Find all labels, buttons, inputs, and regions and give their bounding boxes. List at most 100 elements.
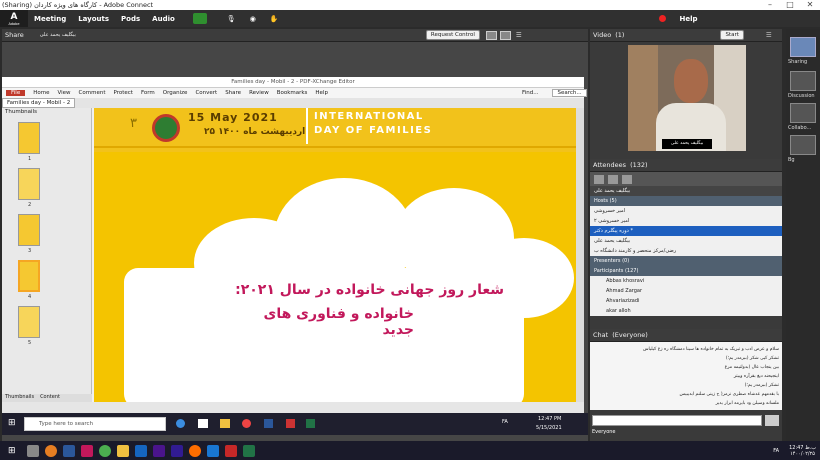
video-menu-icon[interactable]: ☰ bbox=[766, 31, 772, 39]
participant-row[interactable]: Ahmad Zargar bbox=[590, 286, 782, 296]
window-titlebar: (Sharing) کارگاه های ویژه کاردان - Adobe… bbox=[0, 0, 820, 10]
excel-icon[interactable] bbox=[242, 444, 255, 457]
raise-hand-icon[interactable]: ✋ bbox=[270, 15, 279, 23]
pdf-menu-organize[interactable]: Organize bbox=[163, 90, 188, 96]
word-icon[interactable] bbox=[62, 444, 75, 457]
pdf-menu-form[interactable]: Form bbox=[141, 90, 155, 96]
premiere-icon[interactable] bbox=[152, 444, 165, 457]
status-icon[interactable] bbox=[622, 174, 632, 184]
close-button[interactable]: ✕ bbox=[800, 0, 820, 10]
participant-face bbox=[674, 59, 708, 103]
pdf-menu-comment[interactable]: Comment bbox=[79, 90, 106, 96]
lang-indicator[interactable]: FA bbox=[502, 419, 508, 425]
chat-input[interactable] bbox=[592, 415, 762, 426]
record-icon[interactable] bbox=[658, 15, 666, 22]
pdf-scrollbar[interactable] bbox=[576, 108, 584, 402]
pdf-document-tab[interactable]: Families day - Mobil - 2 bbox=[2, 98, 76, 108]
indesign-icon[interactable] bbox=[80, 444, 93, 457]
app-icon-1[interactable] bbox=[44, 444, 57, 457]
adobe-connect-icon[interactable] bbox=[224, 444, 237, 457]
presenters-label[interactable]: Presenters (0) bbox=[590, 256, 782, 266]
right-column: Video (1) Start ☰ بیگلیف یحمد علی Attend… bbox=[590, 29, 782, 441]
excel-icon[interactable] bbox=[306, 419, 315, 428]
pdf-menu-bookmarks[interactable]: Bookmarks bbox=[277, 90, 308, 96]
chat-recipient[interactable]: Everyone bbox=[592, 429, 616, 435]
pdf-menu-share[interactable]: Share bbox=[225, 90, 241, 96]
host-row[interactable]: بیگلیف یحمد علی bbox=[590, 236, 782, 246]
menu-help[interactable]: Help bbox=[680, 15, 698, 23]
pdf-menu-view[interactable]: View bbox=[57, 90, 70, 96]
pdf-menu-help[interactable]: Help bbox=[315, 90, 328, 96]
chrome-icon[interactable] bbox=[242, 419, 251, 428]
after-effects-icon[interactable] bbox=[170, 444, 183, 457]
search-icon[interactable] bbox=[26, 444, 39, 457]
thumb-page-1[interactable] bbox=[18, 122, 40, 154]
host-row[interactable]: امیر خسروشی ۲ bbox=[590, 216, 782, 226]
poster-intl1: INTERNATIONAL bbox=[314, 111, 424, 122]
breakout-icon[interactable] bbox=[608, 174, 618, 184]
pdf-menu-convert[interactable]: Convert bbox=[195, 90, 217, 96]
participant-row[interactable]: Abbas khosravi bbox=[590, 276, 782, 286]
layout-sharing-label: Sharing bbox=[788, 59, 808, 65]
presenter-row: بیگلیف یحمد علی bbox=[590, 186, 782, 196]
pdf-find[interactable]: Find... bbox=[522, 90, 539, 96]
layout-collab-thumb[interactable] bbox=[790, 103, 816, 123]
word-icon[interactable] bbox=[264, 419, 273, 428]
tab-thumbnails[interactable]: Thumbnails bbox=[5, 394, 34, 402]
host-row[interactable]: امیر خسروشی bbox=[590, 206, 782, 216]
pdf-menu-file[interactable]: File bbox=[6, 90, 26, 96]
pdf-title: Families day - Mobil - 2 - PDF-XChange E… bbox=[2, 77, 584, 88]
maximize-button[interactable]: □ bbox=[780, 0, 800, 10]
system-lang[interactable]: FA bbox=[773, 448, 779, 454]
menu-audio[interactable]: Audio bbox=[152, 15, 175, 23]
fullscreen-icon[interactable] bbox=[499, 30, 511, 40]
presenter-name: بیگلیف یحمد علی bbox=[39, 32, 76, 38]
thumb-page-3[interactable] bbox=[18, 214, 40, 246]
windows-start-icon[interactable]: ⊞ bbox=[8, 446, 16, 456]
thumb-page-2[interactable] bbox=[18, 168, 40, 200]
host-row[interactable]: رضی/مرکز منحصر و کارمند دانشگاه ب bbox=[590, 246, 782, 256]
adobe-logo: A Adobe bbox=[0, 10, 28, 27]
request-control-button[interactable]: Request Control bbox=[425, 30, 480, 40]
hosts-label[interactable]: Hosts (5) bbox=[590, 196, 782, 206]
explorer-icon[interactable] bbox=[220, 419, 230, 428]
pdf-search[interactable]: Search... bbox=[552, 89, 587, 97]
layout-bg-thumb[interactable] bbox=[790, 135, 816, 155]
pdf-menu-protect[interactable]: Protect bbox=[113, 90, 132, 96]
participant-row[interactable]: Ahvariazizadi bbox=[590, 296, 782, 306]
send-icon[interactable] bbox=[765, 415, 779, 426]
thumb-page-4[interactable] bbox=[18, 260, 40, 292]
tab-content[interactable]: Content bbox=[40, 394, 60, 402]
participant-row[interactable]: akar alloh bbox=[590, 306, 782, 316]
pdf-menu-review[interactable]: Review bbox=[249, 90, 269, 96]
explorer-icon[interactable] bbox=[116, 444, 129, 457]
taskbar-search[interactable]: Type here to search bbox=[24, 417, 166, 431]
minimize-button[interactable]: – bbox=[760, 0, 780, 10]
participants-label[interactable]: Participants (127) bbox=[590, 266, 782, 276]
thumb-page-5[interactable] bbox=[18, 306, 40, 338]
menu-meeting[interactable]: Meeting bbox=[34, 15, 66, 23]
chat-message: سلام و عرض ادب و تبریک به تمام خانواده ه… bbox=[643, 347, 779, 352]
edge-icon[interactable] bbox=[176, 419, 185, 428]
chrome-icon[interactable] bbox=[98, 444, 111, 457]
pod-menu-icon[interactable]: ☰ bbox=[516, 31, 522, 39]
fit-icon[interactable] bbox=[485, 30, 497, 40]
microphone-icon[interactable]: 🎙 bbox=[227, 15, 236, 23]
start-video-button[interactable]: Start bbox=[720, 30, 744, 40]
speaker-icon[interactable] bbox=[192, 13, 207, 24]
pdf-app-icon[interactable] bbox=[286, 419, 295, 428]
windows-start-icon[interactable]: ⊞ bbox=[8, 418, 16, 428]
menu-layouts[interactable]: Layouts bbox=[78, 15, 109, 23]
layout-discussion-thumb[interactable] bbox=[790, 71, 816, 91]
app-icon-2[interactable] bbox=[206, 444, 219, 457]
menu-pods[interactable]: Pods bbox=[121, 15, 140, 23]
attendee-view-icon[interactable] bbox=[594, 174, 604, 184]
host-row-selected[interactable]: * دوره پیگلرم دکتر bbox=[590, 226, 782, 236]
pdf-editor-window: Families day - Mobil - 2 - PDF-XChange E… bbox=[2, 77, 587, 413]
pdf-menu-home[interactable]: Home bbox=[33, 90, 49, 96]
webcam-icon[interactable]: ◉ bbox=[250, 15, 256, 23]
layout-sharing-thumb[interactable] bbox=[790, 37, 816, 57]
photoshop-icon[interactable] bbox=[134, 444, 147, 457]
task-view-icon[interactable] bbox=[198, 419, 208, 428]
firefox-icon[interactable] bbox=[188, 444, 201, 457]
